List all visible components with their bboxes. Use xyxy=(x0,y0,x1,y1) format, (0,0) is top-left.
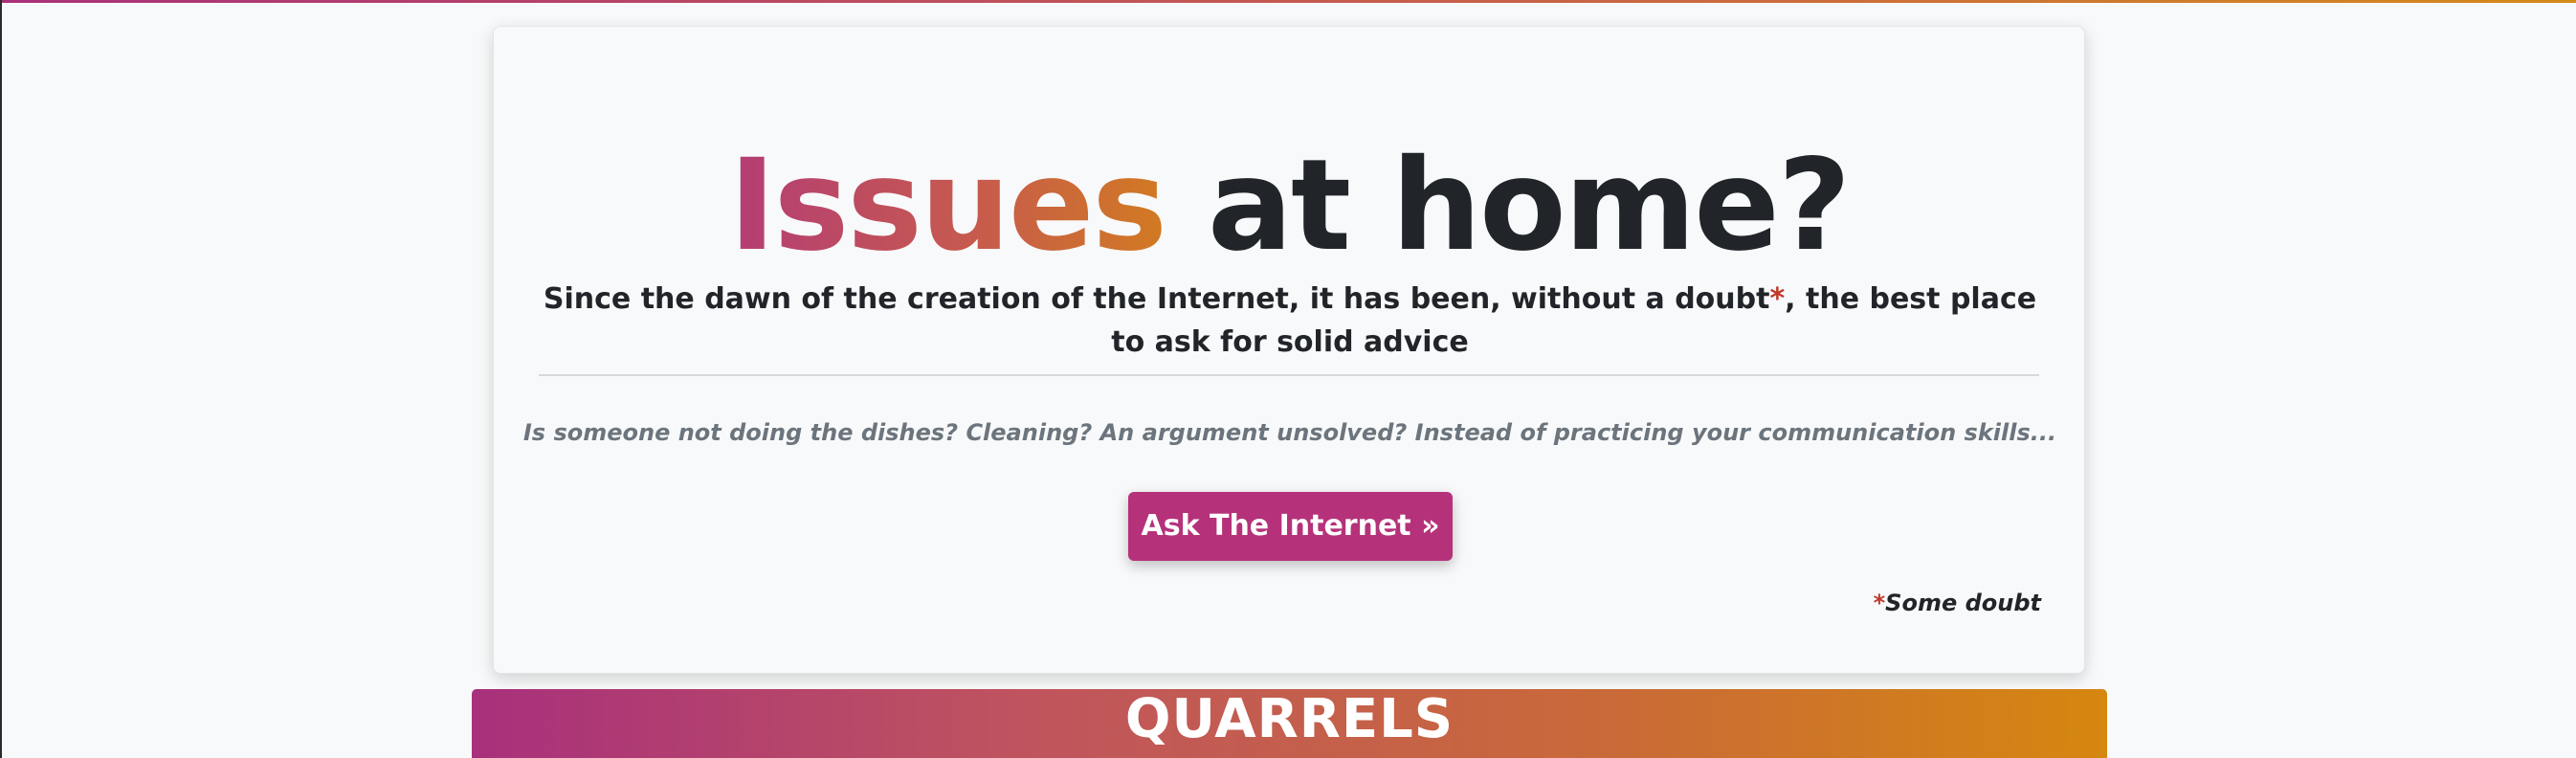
ask-the-internet-button[interactable]: Ask The Internet » xyxy=(1128,492,1453,561)
hero-divider xyxy=(539,374,2039,376)
subtitle-asterisk: * xyxy=(1769,282,1786,316)
hero-card: Issues at home? Since the dawn of the cr… xyxy=(493,26,2085,674)
hero-title-highlight: Issues xyxy=(728,132,1167,279)
quarrels-section-title: QUARRELS xyxy=(1124,689,1455,750)
hero-lead: Is someone not doing the dishes? Cleanin… xyxy=(522,419,2057,446)
hero-title-rest: at home? xyxy=(1165,132,1851,279)
footnote: *Some doubt xyxy=(1874,584,2041,622)
hero-subtitle: Since the dawn of the creation of the In… xyxy=(542,278,2038,364)
footnote-asterisk: * xyxy=(1873,590,1886,616)
hero-title: Issues at home? xyxy=(494,140,2084,273)
footnote-text: Some doubt xyxy=(1885,590,2041,616)
left-edge-line xyxy=(0,0,2,758)
top-gradient-line xyxy=(0,0,2576,3)
quarrels-section-banner: QUARRELS xyxy=(472,689,2107,758)
hero-subtitle-before: Since the dawn of the creation of the In… xyxy=(543,282,1770,316)
